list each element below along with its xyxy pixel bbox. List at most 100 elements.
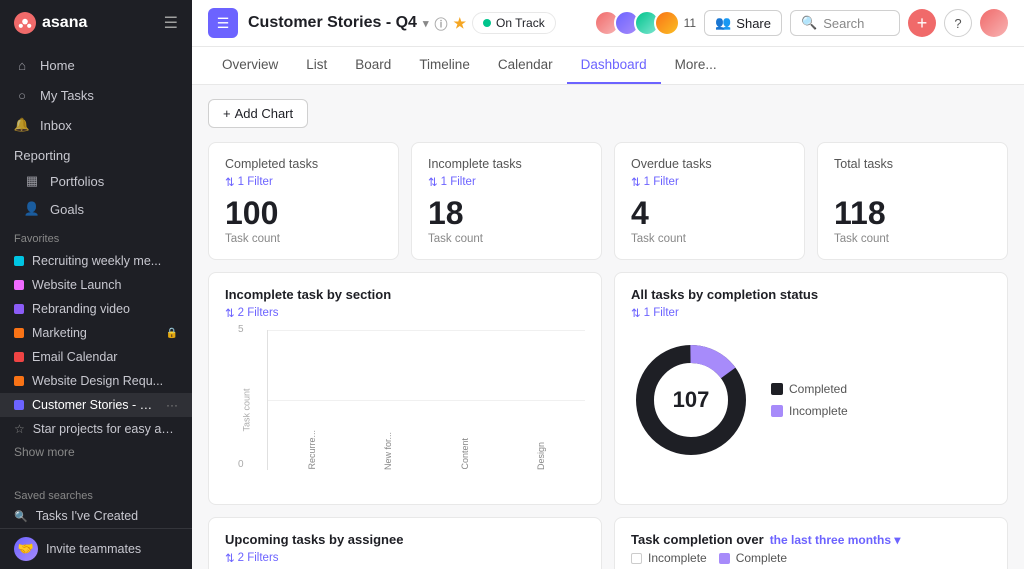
- invite-avatar: 🤝: [14, 537, 38, 561]
- bar-chart-filter[interactable]: ⇅ 2 Filters: [225, 306, 585, 320]
- fav-dot: [14, 280, 24, 290]
- goals-label: Goals: [50, 202, 84, 217]
- tab-board[interactable]: Board: [341, 47, 405, 84]
- sidebar-item-inbox[interactable]: 🔔 Inbox: [0, 110, 192, 140]
- bar-label-2: New for...: [383, 432, 393, 470]
- fav-dot: [14, 352, 24, 362]
- star-label: Star projects for easy access: [33, 422, 178, 436]
- show-more[interactable]: Show more: [0, 441, 192, 467]
- stat-filter-incomplete[interactable]: ⇅ 1 Filter: [428, 175, 585, 189]
- stat-filter-completed[interactable]: ⇅ 1 Filter: [225, 175, 382, 189]
- fav-item-recruiting[interactable]: Recruiting weekly me...: [0, 249, 192, 273]
- fav-label: Email Calendar: [32, 350, 178, 364]
- sidebar-item-my-tasks[interactable]: ○ My Tasks: [0, 80, 192, 110]
- hamburger-icon[interactable]: ☰: [164, 13, 178, 33]
- search-bar[interactable]: 🔍 Search: [790, 10, 900, 36]
- status-dot: [483, 19, 491, 27]
- project-name-text: Customer Stories - Q4: [248, 14, 417, 32]
- fav-dot: [14, 304, 24, 314]
- legend-incomplete-label: Incomplete: [648, 551, 707, 565]
- filter-icon: ⇅: [225, 551, 235, 565]
- donut-chart-card: All tasks by completion status ⇅ 1 Filte…: [614, 272, 1008, 505]
- star-filled-icon[interactable]: ★: [453, 15, 466, 32]
- legend-label-completed: Completed: [789, 382, 847, 396]
- project-icon: ☰: [208, 8, 238, 38]
- user-avatar[interactable]: [980, 9, 1008, 37]
- tab-dashboard[interactable]: Dashboard: [567, 47, 661, 84]
- filter-label: 1 Filter: [441, 176, 476, 188]
- donut-center-value: 107: [673, 387, 710, 413]
- charts-row: Incomplete task by section ⇅ 2 Filters T…: [208, 272, 1008, 505]
- legend-label-incomplete: Incomplete: [789, 404, 848, 418]
- fav-item-customer-stories[interactable]: Customer Stories - Q4 ···: [0, 393, 192, 417]
- legend-square-incomplete: [631, 553, 642, 564]
- bar-group-4: Design: [513, 436, 569, 470]
- stat-title-overdue: Overdue tasks: [631, 157, 788, 171]
- sidebar-reporting-section: Reporting: [0, 144, 192, 167]
- legend-complete-label: Complete: [736, 551, 787, 565]
- assignee-chart-card: Upcoming tasks by assignee ⇅ 2 Filters: [208, 517, 602, 569]
- stat-filter-overdue[interactable]: ⇅ 1 Filter: [631, 175, 788, 189]
- stat-label-total: Task count: [834, 233, 991, 245]
- question-icon: ?: [954, 16, 961, 31]
- bar-label-3: Content: [460, 438, 470, 470]
- legend-completed: Completed: [771, 382, 848, 396]
- saved-search-tasks-created[interactable]: 🔍 Tasks I've Created: [0, 504, 192, 528]
- fav-label: Customer Stories - Q4: [32, 398, 154, 412]
- y-axis-title: Task count: [242, 388, 252, 431]
- y-label-0: 0: [238, 459, 244, 470]
- donut-container: 107 Completed Incomplete: [631, 330, 991, 470]
- filter-label: 1 Filter: [238, 176, 273, 188]
- completion-period[interactable]: the last three months ▾: [770, 533, 901, 547]
- bar-label-1: Recurre...: [307, 430, 317, 470]
- tab-more[interactable]: More...: [661, 47, 731, 84]
- invite-label: Invite teammates: [46, 542, 141, 556]
- sidebar-item-goals[interactable]: 👤 Goals: [0, 195, 192, 223]
- donut-chart-filter[interactable]: ⇅ 1 Filter: [631, 306, 991, 320]
- lock-icon: 🔒: [166, 328, 178, 339]
- sidebar-item-home[interactable]: ⌂ Home: [0, 50, 192, 80]
- tab-timeline[interactable]: Timeline: [405, 47, 484, 84]
- chevron-down-icon[interactable]: ▾: [423, 17, 429, 30]
- bar-group-1: Recurre...: [284, 424, 340, 470]
- stat-title-completed: Completed tasks: [225, 157, 382, 171]
- stat-value-incomplete: 18: [428, 197, 585, 229]
- sidebar-nav: ⌂ Home ○ My Tasks 🔔 Inbox: [0, 46, 192, 144]
- sidebar-item-portfolios[interactable]: ▦ Portfolios: [0, 167, 192, 195]
- sidebar-header: asana ☰: [0, 0, 192, 46]
- avatar-4: [654, 10, 680, 36]
- stat-card-total: Total tasks 118 Task count: [817, 142, 1008, 260]
- asana-icon: [18, 16, 32, 30]
- help-button[interactable]: ?: [944, 9, 972, 37]
- add-chart-button[interactable]: + Add Chart: [208, 99, 308, 128]
- ellipsis-icon[interactable]: ···: [166, 398, 178, 412]
- status-label: On Track: [496, 16, 545, 30]
- fav-item-email-calendar[interactable]: Email Calendar: [0, 345, 192, 369]
- fav-label: Recruiting weekly me...: [32, 254, 178, 268]
- fav-item-rebranding[interactable]: Rebranding video: [0, 297, 192, 321]
- share-label: Share: [736, 16, 771, 31]
- fav-item-website-design[interactable]: Website Design Requ...: [0, 369, 192, 393]
- stat-value-overdue: 4: [631, 197, 788, 229]
- stat-title-total: Total tasks: [834, 157, 991, 171]
- fav-label: Rebranding video: [32, 302, 178, 316]
- star-projects-item[interactable]: ☆ Star projects for easy access: [0, 417, 192, 441]
- bar-chart-title: Incomplete task by section: [225, 287, 585, 302]
- status-badge[interactable]: On Track: [472, 12, 556, 34]
- sidebar: asana ☰ ⌂ Home ○ My Tasks 🔔 Inbox Report…: [0, 0, 192, 569]
- fav-item-website-launch[interactable]: Website Launch: [0, 273, 192, 297]
- add-button[interactable]: +: [908, 9, 936, 37]
- tab-calendar[interactable]: Calendar: [484, 47, 567, 84]
- fav-item-marketing[interactable]: Marketing 🔒: [0, 321, 192, 345]
- stat-filter-total-spacer: [834, 175, 991, 197]
- grid-line-mid: [268, 400, 585, 401]
- info-icon[interactable]: ⓘ: [434, 14, 447, 33]
- tab-overview[interactable]: Overview: [208, 47, 292, 84]
- assignee-filter[interactable]: ⇅ 2 Filters: [225, 551, 585, 565]
- tab-list[interactable]: List: [292, 47, 341, 84]
- share-button[interactable]: 👥 Share: [704, 10, 782, 36]
- assignee-chart-title: Upcoming tasks by assignee: [225, 532, 585, 547]
- chart-plot-area: 5 0 Recurre... New for...: [267, 330, 585, 470]
- invite-teammates[interactable]: 🤝 Invite teammates: [0, 528, 192, 569]
- plus-icon: +: [917, 13, 928, 34]
